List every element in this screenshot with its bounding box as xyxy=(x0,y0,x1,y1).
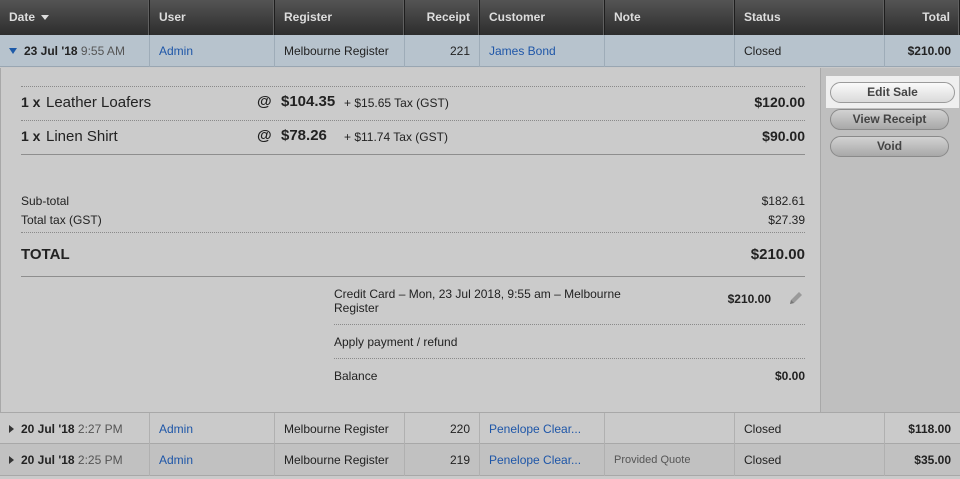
column-status[interactable]: Status xyxy=(735,0,885,35)
row-register: Melbourne Register xyxy=(275,444,405,476)
user-link[interactable]: Admin xyxy=(159,453,193,467)
edit-sale-button[interactable]: Edit Sale xyxy=(826,76,959,108)
customer-link[interactable]: Penelope Clear... xyxy=(489,422,581,436)
divider xyxy=(334,358,805,359)
void-button[interactable]: Void xyxy=(830,136,949,157)
item-tax: + $11.74 Tax (GST) xyxy=(344,130,448,144)
row-status: Closed xyxy=(735,444,885,476)
column-date[interactable]: Date xyxy=(0,0,150,35)
expand-triangle-icon[interactable] xyxy=(9,456,14,464)
row-date: 20 Jul '18 2:27 PM xyxy=(0,413,150,445)
table-row[interactable]: 20 Jul '18 2:27 PM Admin Melbourne Regis… xyxy=(0,412,960,445)
item-at: @ xyxy=(257,127,272,144)
item-name: Linen Shirt xyxy=(46,128,118,145)
table-header: Date User Register Receipt Customer Note… xyxy=(0,0,960,35)
item-amount: $120.00 xyxy=(754,94,805,110)
customer-link[interactable]: James Bond xyxy=(489,44,556,58)
edit-pencil-icon[interactable] xyxy=(787,289,805,307)
row-date: 20 Jul '18 2:25 PM xyxy=(0,444,150,476)
row-user: Admin xyxy=(150,413,275,445)
item-name: Leather Loafers xyxy=(46,94,152,111)
column-receipt[interactable]: Receipt xyxy=(405,0,480,35)
item-amount: $90.00 xyxy=(762,128,805,144)
row-customer: Penelope Clear... xyxy=(480,444,605,476)
item-price: $104.35 xyxy=(281,93,336,110)
expand-triangle-icon[interactable] xyxy=(9,425,14,433)
row-note xyxy=(605,35,735,67)
column-customer[interactable]: Customer xyxy=(480,0,605,35)
item-qty: 1 x xyxy=(21,128,41,144)
row-note: Provided Quote xyxy=(605,444,735,476)
row-customer: James Bond xyxy=(480,35,605,67)
row-status: Closed xyxy=(735,413,885,445)
row-total: $35.00 xyxy=(914,453,951,467)
item-at: @ xyxy=(257,93,272,110)
collapse-triangle-icon[interactable] xyxy=(9,48,17,54)
row-user: Admin xyxy=(150,35,275,67)
divider xyxy=(334,324,805,325)
sale-detail-content: 1 x Leather Loafers @ $104.35 + $15.65 T… xyxy=(0,68,820,412)
line-item: 1 x Linen Shirt @ $78.26 + $11.74 Tax (G… xyxy=(21,120,805,153)
sales-history: Date User Register Receipt Customer Note… xyxy=(0,0,960,479)
row-receipt: 221 xyxy=(405,35,480,67)
row-register: Melbourne Register xyxy=(275,413,405,445)
column-total[interactable]: Total xyxy=(885,0,960,35)
row-receipt: 219 xyxy=(405,444,480,476)
row-date: 23 Jul '18 9:55 AM xyxy=(0,35,150,67)
view-receipt-button[interactable]: View Receipt xyxy=(830,109,949,130)
user-link[interactable]: Admin xyxy=(159,422,193,436)
column-register[interactable]: Register xyxy=(275,0,405,35)
row-note xyxy=(605,413,735,445)
divider xyxy=(21,276,805,277)
line-item: 1 x Leather Loafers @ $104.35 + $15.65 T… xyxy=(21,86,805,119)
table-row-expanded[interactable]: 23 Jul '18 9:55 AM Admin Melbourne Regis… xyxy=(0,35,960,67)
sale-detail-panel: 1 x Leather Loafers @ $104.35 + $15.65 T… xyxy=(0,68,960,412)
divider xyxy=(21,232,805,233)
row-receipt: 220 xyxy=(405,413,480,445)
sort-desc-icon xyxy=(41,15,50,21)
item-tax: + $15.65 Tax (GST) xyxy=(344,96,449,110)
table-row[interactable]: 20 Jul '18 2:25 PM Admin Melbourne Regis… xyxy=(0,444,960,476)
row-status: Closed xyxy=(735,35,885,67)
column-user[interactable]: User xyxy=(150,0,275,35)
row-total: $118.00 xyxy=(908,422,951,436)
divider xyxy=(21,154,805,155)
column-note[interactable]: Note xyxy=(605,0,735,35)
row-total: $210.00 xyxy=(907,44,951,58)
customer-link[interactable]: Penelope Clear... xyxy=(489,453,581,467)
row-register: Melbourne Register xyxy=(275,35,405,67)
row-user: Admin xyxy=(150,444,275,476)
row-customer: Penelope Clear... xyxy=(480,413,605,445)
item-price: $78.26 xyxy=(281,127,327,144)
user-link[interactable]: Admin xyxy=(159,44,193,58)
item-qty: 1 x xyxy=(21,94,41,110)
